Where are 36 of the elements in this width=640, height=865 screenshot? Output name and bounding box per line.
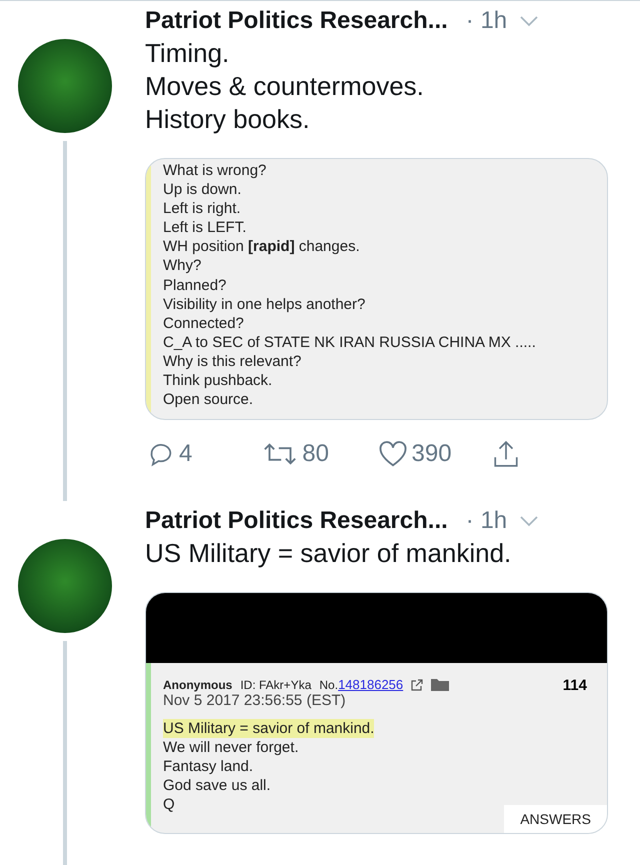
- tweet-text: US Military = savior of mankind.: [145, 537, 512, 570]
- note-line: Think pushback.: [163, 371, 274, 390]
- tweet-text: Timing.: [145, 37, 230, 70]
- poster-name: Anonymous: [163, 678, 232, 692]
- note-line: Visibility in one helps another?: [163, 294, 366, 314]
- note-line: Why?: [163, 256, 202, 276]
- note-line: What is wrong?: [163, 161, 268, 180]
- author-name[interactable]: Patriot Politics Research...: [145, 7, 448, 35]
- post-line: Q: [163, 795, 175, 814]
- action-count: 4: [179, 440, 192, 468]
- post-line: We will never forget.: [163, 738, 299, 757]
- note-line: Open source.: [163, 390, 254, 410]
- action-count: 80: [302, 440, 329, 468]
- tweet-text: History books.: [145, 103, 311, 136]
- note-line: Up is down.: [163, 180, 242, 200]
- poster-id: ID: FAkr+Yka: [240, 678, 312, 692]
- note-line: WH position [rapid] changes.: [163, 237, 361, 256]
- answers-button[interactable]: ANSWERS: [504, 805, 607, 833]
- post-number-link[interactable]: 148186256: [338, 677, 404, 692]
- note-line: Planned?: [163, 276, 228, 295]
- image-card[interactable]: Anonymous ID: FAkr+Yka No.148186256 114 Nov 5 2017 23:56:55 (EST) US Military = savior of mankind. We will never forget. Fantasy land. God save us all. Q ANSWERS: [145, 592, 608, 834]
- note-line: Left is LEFT.: [163, 218, 248, 238]
- note-line: Connected?: [163, 314, 245, 333]
- action-count: 390: [412, 440, 452, 468]
- note-line: C_A to SEC of STATE NK IRAN RUSSIA CHINA MX .....: [163, 332, 537, 352]
- reply-count: 114: [562, 677, 587, 694]
- post-date: Nov 5 2017 23:56:55 (EST): [163, 692, 347, 709]
- author-name[interactable]: Patriot Politics Research...: [145, 507, 448, 535]
- post-line: Fantasy land.: [163, 757, 254, 776]
- tweet-time: · 1h: [466, 507, 508, 535]
- note-line: Why is this relevant?: [163, 352, 302, 372]
- note-line: Left is right.: [163, 199, 242, 218]
- tweet-time: · 1h: [466, 7, 508, 35]
- post-number-label: No.148186256: [319, 677, 404, 692]
- post-line: God save us all.: [163, 776, 271, 795]
- tweet-text: Moves & countermoves.: [145, 70, 425, 103]
